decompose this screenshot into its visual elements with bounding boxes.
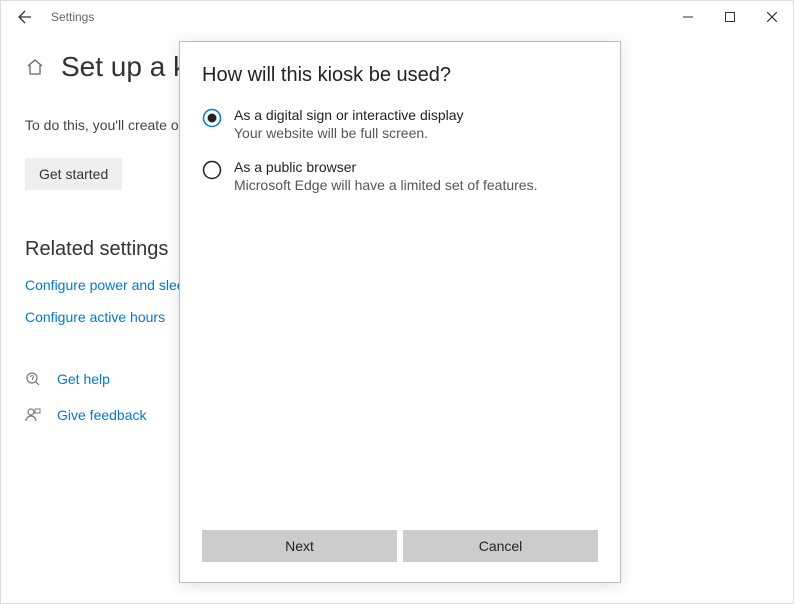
radio-selected-icon — [202, 108, 222, 128]
close-button[interactable] — [751, 1, 793, 33]
close-icon — [767, 12, 777, 22]
arrow-left-icon — [17, 9, 33, 25]
give-feedback-link[interactable]: Give feedback — [57, 407, 147, 423]
option-subtext: Microsoft Edge will have a limited set o… — [234, 177, 537, 193]
back-button[interactable] — [9, 1, 41, 33]
titlebar-title: Settings — [51, 10, 94, 24]
option-label: As a digital sign or interactive display — [234, 107, 464, 123]
maximize-icon — [725, 12, 735, 22]
get-started-button[interactable]: Get started — [25, 158, 122, 190]
feedback-icon — [25, 407, 43, 423]
home-icon — [25, 57, 45, 77]
cancel-button[interactable]: Cancel — [403, 530, 598, 562]
minimize-button[interactable] — [667, 1, 709, 33]
option-label: As a public browser — [234, 159, 537, 175]
next-button[interactable]: Next — [202, 530, 397, 562]
option-digital-sign[interactable]: As a digital sign or interactive display… — [202, 107, 598, 141]
get-help-link[interactable]: Get help — [57, 371, 110, 387]
dialog-title: How will this kiosk be used? — [202, 64, 598, 87]
minimize-icon — [683, 12, 693, 22]
option-public-browser[interactable]: As a public browser Microsoft Edge will … — [202, 159, 598, 193]
option-subtext: Your website will be full screen. — [234, 125, 464, 141]
maximize-button[interactable] — [709, 1, 751, 33]
radio-unselected-icon — [202, 160, 222, 180]
kiosk-usage-dialog: How will this kiosk be used? As a digita… — [179, 41, 621, 583]
window-controls — [667, 1, 793, 33]
titlebar: Settings — [1, 1, 793, 33]
help-icon — [25, 371, 43, 387]
